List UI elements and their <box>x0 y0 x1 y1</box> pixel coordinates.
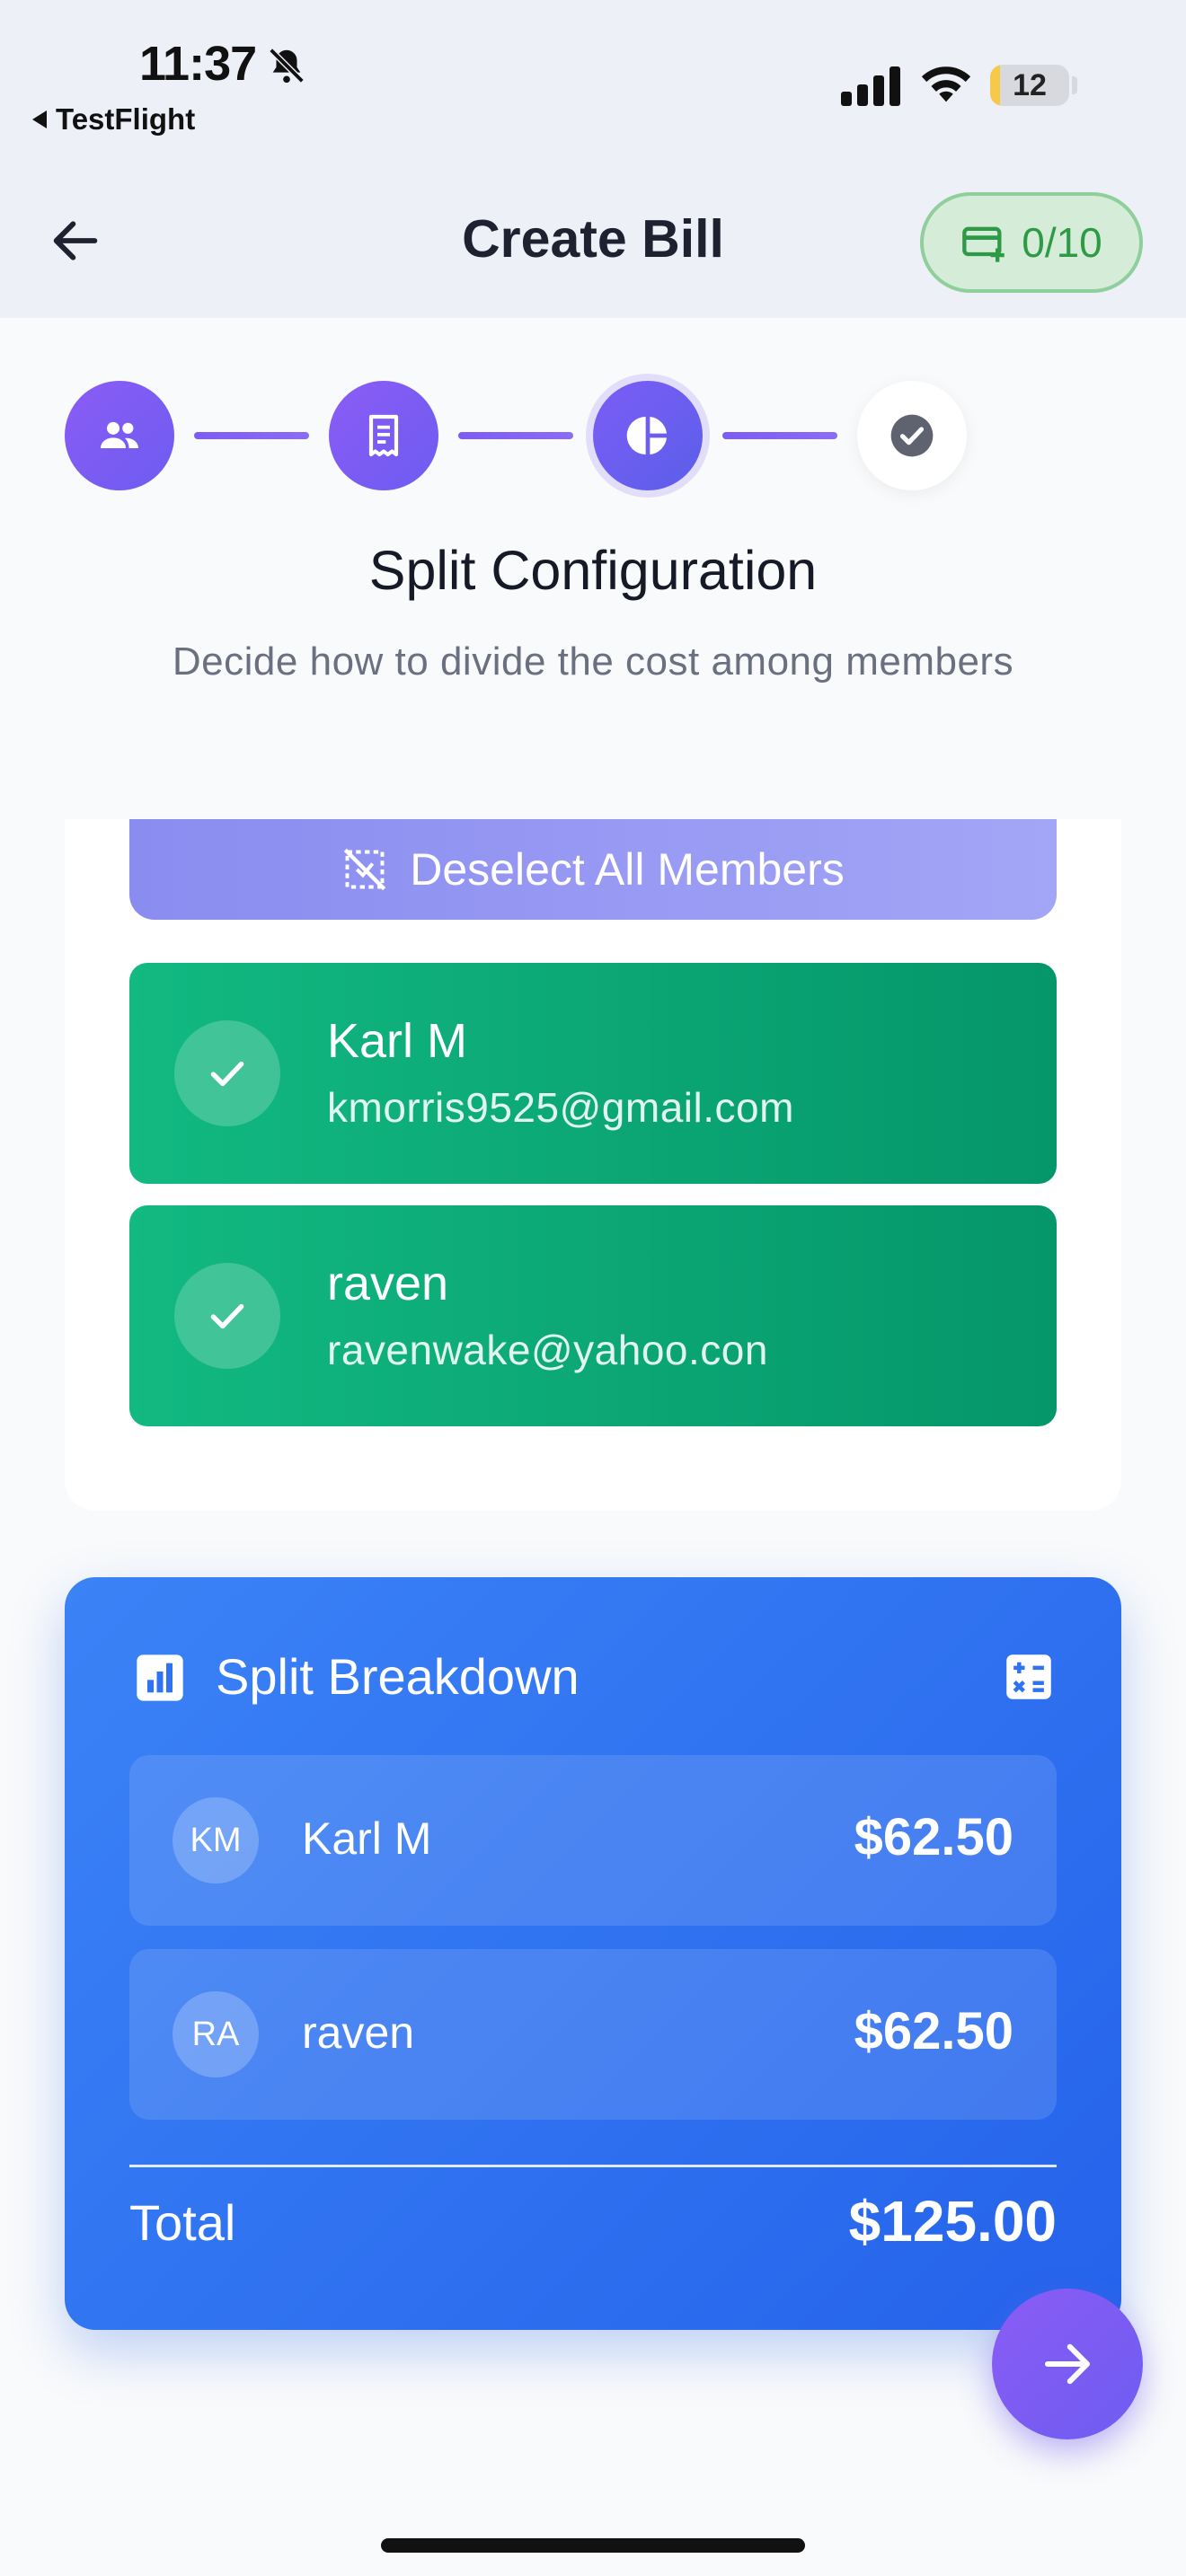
breakdown-member-name: Karl M <box>302 1813 432 1864</box>
step-split[interactable] <box>593 381 703 490</box>
card-plus-icon <box>962 226 1005 262</box>
deselect-icon <box>344 848 386 891</box>
member-name: Karl M <box>327 1014 468 1068</box>
deselect-all-button[interactable]: Deselect All Members <box>129 819 1057 920</box>
checkmark-icon <box>210 1303 244 1329</box>
checkmark-icon <box>210 1061 244 1087</box>
wifi-icon <box>921 66 971 102</box>
deselect-all-label: Deselect All Members <box>410 844 845 895</box>
arrow-right-icon <box>1044 2343 1091 2385</box>
breakdown-amount: $62.50 <box>854 1808 1013 1866</box>
check-circle-icon <box>890 414 934 457</box>
breakdown-row: RA raven $62.50 <box>129 1949 1057 2120</box>
section-subtitle: Decide how to divide the cost among memb… <box>172 640 1014 684</box>
total-divider <box>129 2165 1057 2167</box>
bell-slash-icon <box>269 48 305 84</box>
avatar: RA <box>173 1991 259 2078</box>
step-members[interactable] <box>65 381 174 490</box>
create-bill-screen: 11:37 TestFlight 12 Create Bill 0/10 Spl… <box>0 0 1186 2576</box>
member-row[interactable]: raven ravenwake@yahoo.con <box>129 1205 1057 1426</box>
back-triangle-icon <box>32 110 47 128</box>
battery-level: 12 <box>1013 67 1047 102</box>
bill-counter-text: 0/10 <box>1022 219 1102 266</box>
step-connector-2 <box>458 432 573 439</box>
calculator-icon[interactable] <box>1005 1653 1053 1701</box>
split-breakdown-card: Split Breakdown KM Karl M $62.50 RA rave… <box>65 1577 1121 2330</box>
bill-counter-badge[interactable]: 0/10 <box>920 192 1143 293</box>
battery-tip <box>1072 76 1077 94</box>
group-icon <box>101 421 138 448</box>
total-label: Total <box>129 2194 236 2251</box>
next-button[interactable] <box>992 2289 1143 2439</box>
back-app-label: TestFlight <box>56 102 196 136</box>
battery-indicator: 12 <box>990 65 1069 106</box>
member-email: kmorris9525@gmail.com <box>327 1084 794 1131</box>
breakdown-amount: $62.50 <box>854 2002 1013 2060</box>
step-bill-details[interactable] <box>329 381 438 490</box>
step-connector-1 <box>194 432 309 439</box>
receipt-icon <box>368 414 399 457</box>
total-value: $125.00 <box>848 2189 1057 2254</box>
bar-chart-icon <box>137 1654 183 1701</box>
avatar: KM <box>173 1797 259 1883</box>
selected-check <box>174 1020 280 1126</box>
selected-check <box>174 1263 280 1369</box>
member-name: raven <box>327 1257 449 1310</box>
step-connector-3 <box>722 432 837 439</box>
home-indicator <box>381 2538 805 2553</box>
breakdown-row: KM Karl M $62.50 <box>129 1755 1057 1926</box>
back-to-testflight[interactable]: TestFlight <box>32 102 195 137</box>
status-time: 11:37 <box>139 37 257 91</box>
step-review[interactable] <box>857 381 967 490</box>
breakdown-member-name: raven <box>302 2007 415 2058</box>
member-email: ravenwake@yahoo.con <box>327 1327 768 1373</box>
section-title: Split Configuration <box>368 540 818 601</box>
cellular-signal-icon <box>841 66 900 106</box>
member-row[interactable]: Karl M kmorris9525@gmail.com <box>129 963 1057 1184</box>
breakdown-title: Split Breakdown <box>216 1648 580 1705</box>
pie-chart-icon <box>626 417 667 454</box>
